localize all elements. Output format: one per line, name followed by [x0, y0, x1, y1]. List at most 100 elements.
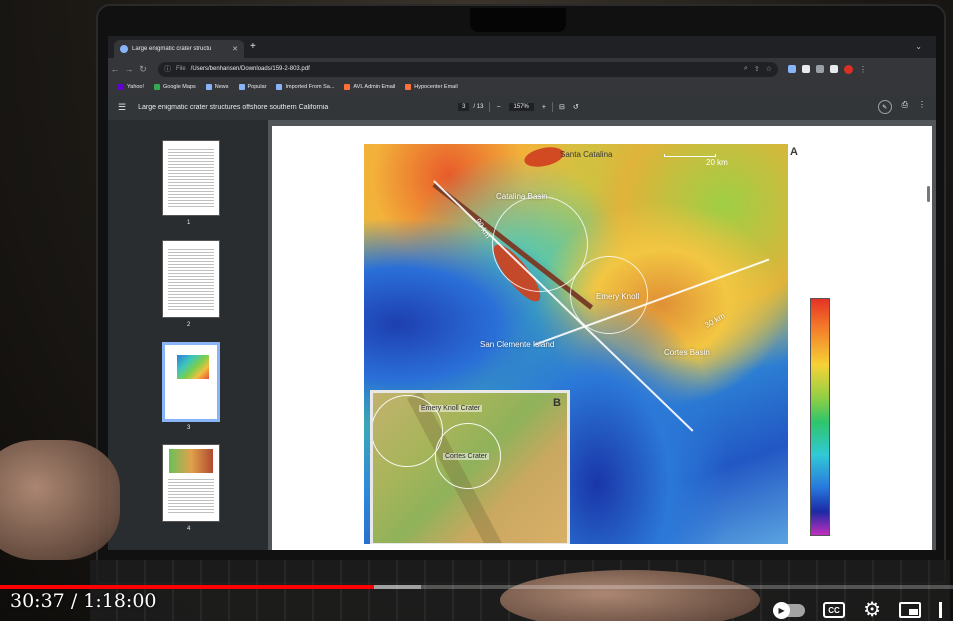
chevron-down-icon[interactable]: ⌄	[915, 42, 922, 51]
map-label: Cortes Basin	[664, 348, 710, 357]
extension-icon[interactable]	[788, 65, 796, 73]
scale-label: 20 km	[706, 158, 728, 167]
bookmark-imported[interactable]: Imported From Sa...	[276, 84, 334, 90]
zoom-out-icon[interactable]: −	[496, 104, 500, 111]
thumbnail-sidebar: 1 2 3 4	[108, 120, 268, 550]
scale-bar	[664, 154, 716, 157]
tab-bar: Large enigmatic crater structu ✕ + ⌄	[108, 36, 936, 58]
thumbnail-page-3[interactable]	[162, 342, 220, 422]
settings-gear-icon[interactable]: ⚙	[863, 600, 881, 620]
video-progress-bar[interactable]	[0, 585, 953, 589]
pdf-actions: ✎ ⎙ ⋮	[877, 100, 926, 114]
bookmark-hypocenter[interactable]: Hypocenter Email	[405, 84, 458, 90]
scrollbar[interactable]	[927, 186, 930, 202]
omnibox-actions: ⌕ ⇪ ☆	[744, 65, 772, 73]
map-label: Catalina Basin	[496, 192, 548, 201]
map-label: Santa Catalina	[560, 150, 613, 159]
document-title: Large enigmatic crater structures offsho…	[138, 103, 329, 111]
divider	[489, 102, 491, 112]
print-icon[interactable]: ⎙	[902, 100, 908, 114]
address-scheme: File	[176, 66, 186, 72]
info-icon[interactable]: ⓘ	[164, 64, 171, 74]
browser-toolbar: ← → ↻ ⓘ File /Users/benhansen/Downloads/…	[108, 58, 936, 80]
thumbnail-page-1[interactable]	[162, 140, 220, 216]
player-controls: ▶ CC ⚙	[773, 598, 953, 621]
pdf-content[interactable]: Santa Catalina Catalina Basin San Clemen…	[268, 120, 936, 550]
rotate-icon[interactable]: ↺	[573, 103, 579, 111]
video-frame: Large enigmatic crater structu ✕ + ⌄ ← →…	[0, 0, 953, 621]
bookmark-google-maps[interactable]: Google Maps	[154, 84, 196, 90]
folder-icon	[238, 84, 245, 90]
folder-icon	[205, 84, 212, 90]
theater-mode-icon[interactable]	[939, 602, 949, 618]
inset-label: Emery Knoll Crater	[419, 405, 483, 412]
fit-page-icon[interactable]: ⊟	[559, 103, 565, 111]
hand	[500, 570, 760, 621]
figure-thumb	[169, 449, 213, 473]
map-label: Emery Knoll	[596, 292, 640, 301]
map-label: San Clemente Island	[480, 340, 555, 349]
pdf-toolbar: ☰ Large enigmatic crater structures offs…	[108, 94, 936, 120]
folder-icon	[276, 84, 283, 90]
more-icon[interactable]: ⋮	[918, 100, 926, 114]
back-icon[interactable]: ←	[108, 64, 122, 74]
extension-icon[interactable]	[802, 65, 810, 73]
bookmark-news[interactable]: News	[205, 84, 229, 90]
forward-icon[interactable]: →	[122, 64, 136, 74]
text-lines	[168, 247, 214, 311]
close-icon[interactable]: ✕	[232, 45, 238, 53]
reload-icon[interactable]: ↻	[136, 64, 150, 75]
panel-label-a: A	[790, 146, 798, 158]
thumbnail-number: 1	[187, 220, 191, 226]
total-time: 1:18:00	[83, 590, 157, 612]
firefox-icon	[405, 84, 412, 90]
page-control: 3 / 13	[458, 103, 483, 111]
thumbnail-page-4[interactable]	[162, 444, 220, 522]
zoom-input[interactable]: 157%	[508, 103, 534, 111]
bookmark-label: Yahoo!	[127, 84, 145, 90]
address-bar[interactable]: ⓘ File /Users/benhansen/Downloads/159-2-…	[158, 61, 778, 77]
divider	[551, 102, 553, 112]
puzzle-icon[interactable]	[816, 65, 824, 73]
bookmark-label: AVL Admin Email	[353, 84, 396, 90]
zoom-control: − 157% +	[496, 103, 546, 111]
pdf-page: Santa Catalina Catalina Basin San Clemen…	[272, 126, 932, 550]
hamburger-icon[interactable]: ☰	[118, 102, 126, 113]
bookmark-label: Hypocenter Email	[414, 84, 458, 90]
depth-colorbar	[810, 298, 830, 536]
played-bar	[0, 585, 374, 589]
page-input[interactable]: 3	[458, 103, 470, 111]
profile-avatar[interactable]	[844, 64, 853, 74]
sidepanel-icon[interactable]	[830, 65, 838, 73]
thumbnail-page-2[interactable]	[162, 240, 220, 318]
play-icon: ▶	[773, 601, 791, 619]
miniplayer-icon[interactable]	[899, 602, 921, 618]
bookmarks-bar: Yahoo! Google Maps News Popular Imported…	[108, 80, 936, 94]
zoom-in-icon[interactable]: +	[542, 104, 546, 111]
bookmark-label: Popular	[247, 84, 267, 90]
bookmark-popular[interactable]: Popular	[238, 84, 267, 90]
inset-label: Cortes Crater	[443, 453, 490, 460]
panel-label-b: B	[553, 397, 561, 409]
star-icon[interactable]: ☆	[766, 65, 772, 73]
map-pin-icon	[154, 84, 161, 90]
bookmark-label: Google Maps	[163, 84, 196, 90]
bookmark-yahoo[interactable]: Yahoo!	[118, 84, 144, 90]
time-display: 30:37 / 1:18:00	[10, 590, 157, 612]
hand	[0, 440, 120, 560]
miniplayer-inner	[909, 609, 918, 615]
bookmark-avl-admin[interactable]: AVL Admin Email	[344, 84, 395, 90]
bookmark-label: Imported From Sa...	[285, 84, 335, 90]
current-time: 30:37	[10, 590, 65, 612]
menu-icon[interactable]: ⋮	[859, 65, 867, 74]
address-url: /Users/benhansen/Downloads/159-2-803.pdf	[190, 66, 310, 72]
annotate-icon[interactable]: ✎	[877, 100, 892, 114]
new-tab-icon[interactable]: +	[250, 42, 256, 52]
autoplay-toggle[interactable]: ▶	[773, 601, 806, 619]
tab-pdf[interactable]: Large enigmatic crater structu ✕	[114, 40, 244, 58]
share-icon[interactable]: ⇪	[754, 65, 760, 73]
globe-icon	[120, 45, 128, 53]
time-separator: /	[70, 590, 78, 612]
zoom-icon[interactable]: ⌕	[744, 65, 748, 73]
subtitles-button[interactable]: CC	[823, 602, 846, 618]
